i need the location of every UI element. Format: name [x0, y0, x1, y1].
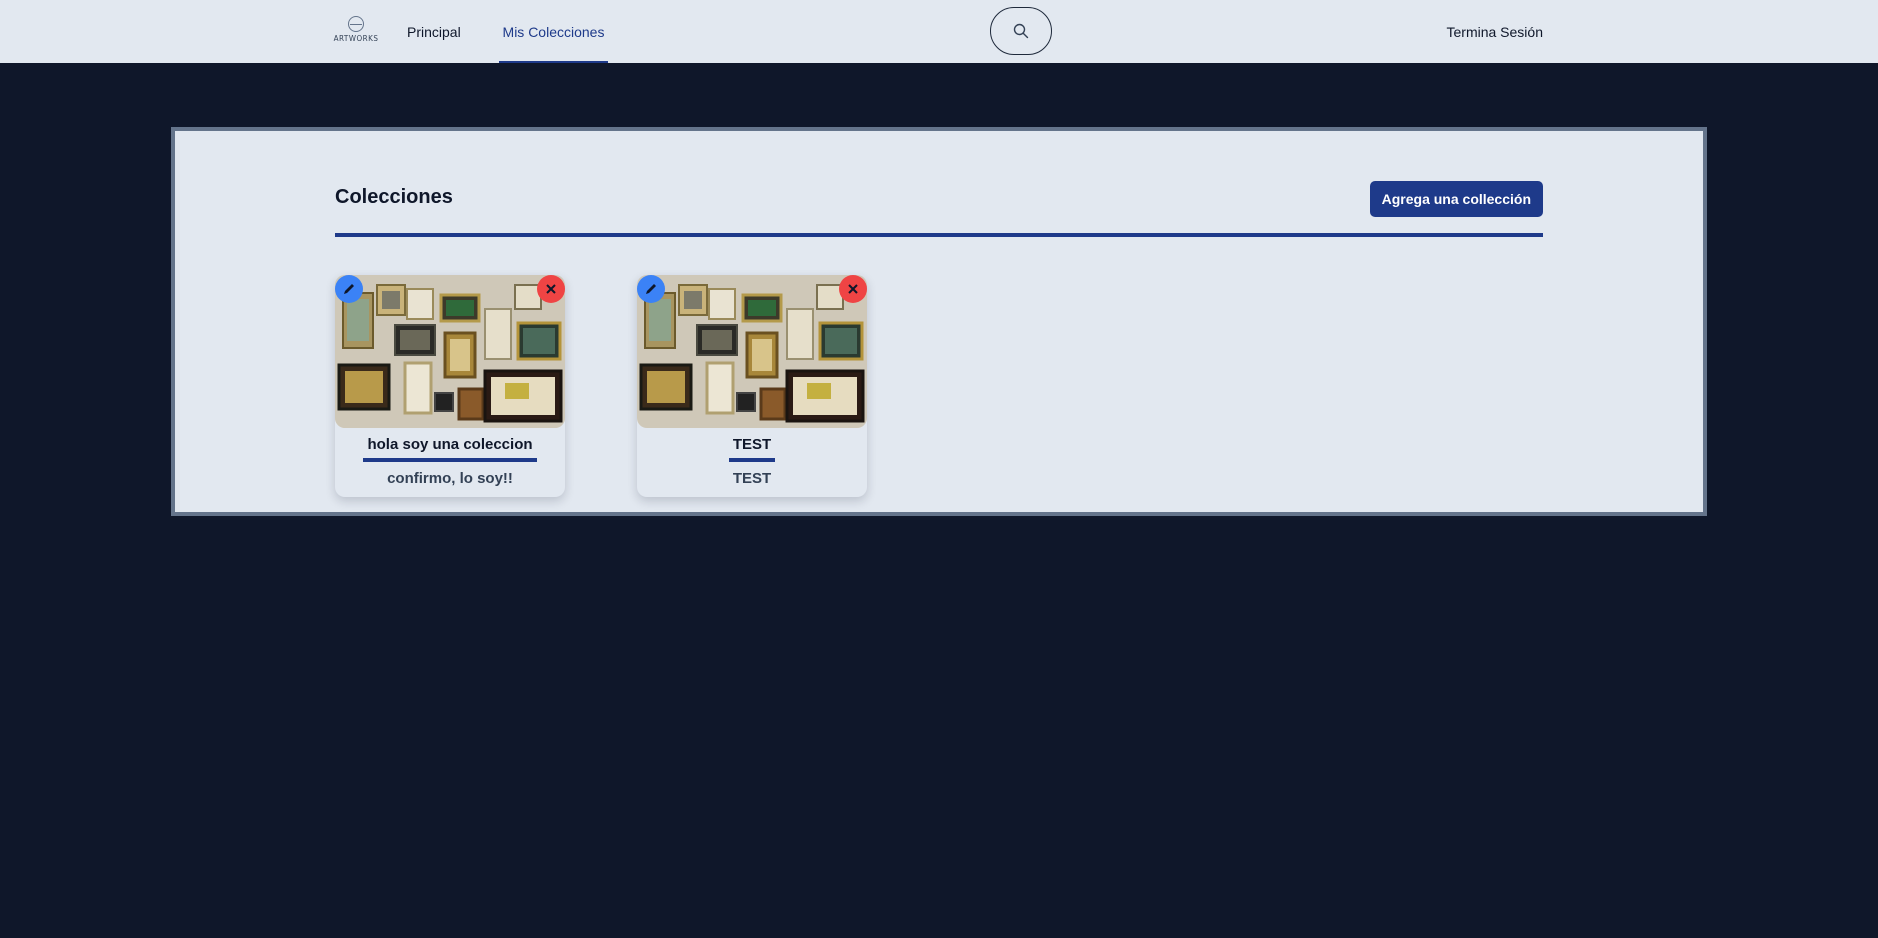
pencil-icon — [344, 284, 354, 294]
pencil-icon — [646, 284, 656, 294]
close-icon — [848, 284, 858, 294]
top-navbar: ARTWORKS Principal Mis Colecciones Termi… — [0, 0, 1878, 63]
collection-thumbnail — [637, 275, 867, 428]
edit-button[interactable] — [335, 275, 363, 303]
page-title: Colecciones — [335, 186, 453, 208]
collection-title: hola soy una coleccion — [363, 436, 537, 462]
collection-description: TEST — [732, 470, 772, 487]
collections-panel: Colecciones Agrega una collección hola s… — [171, 127, 1707, 516]
close-icon — [546, 284, 556, 294]
logo-icon — [348, 16, 364, 32]
delete-button[interactable] — [537, 275, 565, 303]
title-divider — [335, 233, 1543, 237]
edit-button[interactable] — [637, 275, 665, 303]
collection-thumbnail — [335, 275, 565, 428]
add-collection-button[interactable]: Agrega una collección — [1369, 181, 1543, 217]
artworks-logo[interactable]: ARTWORKS — [333, 16, 379, 46]
search-button[interactable] — [990, 7, 1052, 55]
search-icon — [1013, 23, 1029, 39]
collection-card[interactable]: TEST TEST — [637, 275, 867, 497]
logout-link[interactable]: Termina Sesión — [1447, 0, 1544, 63]
collection-title: TEST — [728, 436, 776, 462]
delete-button[interactable] — [839, 275, 867, 303]
nav-link-mis-colecciones[interactable]: Mis Colecciones — [499, 0, 608, 63]
collection-card[interactable]: hola soy una coleccion confirmo, lo soy!… — [335, 275, 565, 497]
collection-description: confirmo, lo soy!! — [387, 470, 513, 487]
logo-text: ARTWORKS — [333, 34, 379, 43]
nav-link-principal[interactable]: Principal — [407, 0, 461, 63]
